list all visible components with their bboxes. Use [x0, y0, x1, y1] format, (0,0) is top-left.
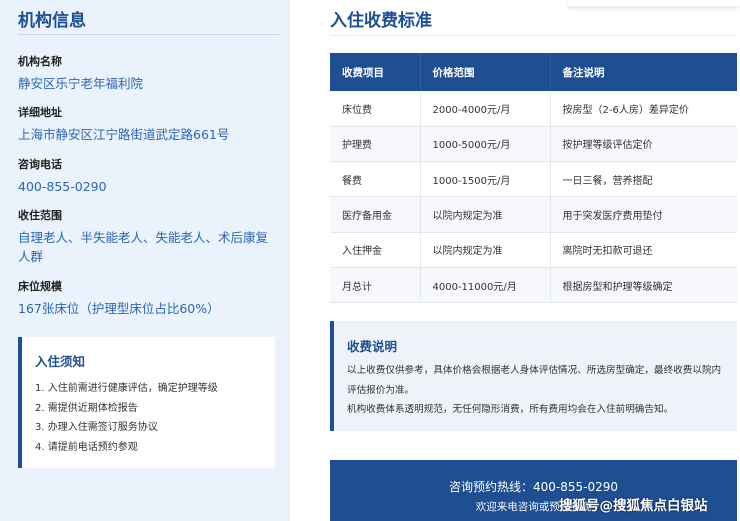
field-phone: 咨询电话 400-855-0290: [18, 156, 280, 196]
divider: [18, 34, 280, 35]
table-cell: 床位费: [330, 91, 421, 127]
table-cell: 用于突发医疗费用垫付: [550, 196, 737, 233]
column-header: 备注说明: [550, 53, 737, 91]
list-item: 4. 请提前电话预约参观: [35, 441, 138, 453]
field-beds: 床位规模 167张床位（护理型床位占比60%）: [18, 278, 280, 318]
org-info-title: 机构信息: [18, 11, 86, 31]
org-info-panel: 机构信息 机构名称 静安区乐宁老年福利院 详细地址 上海市静安区江宁路街道武定路…: [0, 0, 290, 521]
fee-table: 收费项目 价格范围 备注说明 床位费 2000-4000元/月 按房型（2-6人…: [330, 53, 737, 304]
table-cell: 4000-11000元/月: [420, 267, 551, 304]
field-value: 167张床位（护理型床位占比60%）: [18, 301, 220, 316]
list-item: 2. 需提供近期体检报告: [35, 402, 138, 414]
column-header: 价格范围: [420, 53, 551, 91]
table-cell: 按房型（2-6人房）差异定价: [550, 91, 737, 127]
field-scope: 收住范围 自理老人、半失能老人、失能老人、术后康复人群: [18, 207, 280, 266]
explanation-line: 机构收费体系透明规范，无任何隐形消费，所有费用均会在入住前明确告知。: [347, 404, 674, 415]
explanation-title: 收费说明: [347, 339, 398, 354]
column-header: 收费项目: [330, 53, 421, 91]
field-value: 自理老人、半失能老人、失能老人、术后康复人群: [18, 230, 269, 264]
field-address: 详细地址 上海市静安区江宁路街道武定路661号: [18, 104, 280, 144]
table-cell: 1000-5000元/月: [420, 126, 551, 163]
table-cell: 1000-1500元/月: [420, 161, 551, 198]
divider: [330, 35, 736, 36]
table-row: 月总计 4000-11000元/月 根据房型和护理等级确定: [330, 267, 737, 304]
table-cell: 一日三餐，营养搭配: [550, 161, 737, 198]
table-cell: 2000-4000元/月: [420, 91, 551, 127]
field-org-name: 机构名称 静安区乐宁老年福利院: [18, 53, 280, 93]
list-item: 1. 入住前需进行健康评估，确定护理等级: [35, 383, 218, 394]
table-cell: 以院内规定为准: [420, 196, 551, 233]
field-label: 详细地址: [18, 106, 62, 119]
table-cell: 护理费: [330, 126, 421, 163]
explanation-line: 以上收费仅供参考，具体价格会根据老人身体评估情况、所选房型确定，最终收费以院内评…: [347, 365, 722, 396]
explanation-text: 以上收费仅供参考，具体价格会根据老人身体评估情况、所选房型确定，最终收费以院内评…: [347, 361, 727, 420]
notice-list: 1. 入住前需进行健康评估，确定护理等级 2. 需提供近期体检报告 3. 办理入…: [35, 379, 218, 457]
phone-link[interactable]: 400-855-0290: [18, 177, 280, 196]
fees-title: 入住收费标准: [330, 11, 432, 31]
top-card-edge: [568, 0, 740, 6]
table-cell: 餐费: [330, 161, 421, 198]
field-value: 上海市静安区江宁路街道武定路661号: [18, 127, 230, 142]
field-label: 机构名称: [18, 55, 62, 68]
table-cell: 根据房型和护理等级确定: [550, 267, 737, 304]
field-label: 咨询电话: [18, 158, 62, 171]
hotline-phone[interactable]: 咨询预约热线：400-855-0290: [330, 478, 737, 495]
fee-explanation-card: 收费说明 以上收费仅供参考，具体价格会根据老人身体评估情况、所选房型确定，最终收…: [330, 321, 737, 431]
field-label: 收住范围: [18, 209, 62, 222]
table-row: 护理费 1000-5000元/月 按护理等级评估定价: [330, 126, 737, 163]
notice-title: 入住须知: [35, 354, 86, 369]
table-cell: 按护理等级评估定价: [550, 126, 737, 163]
table-cell: 医疗备用金: [330, 196, 421, 233]
table-cell: 以院内规定为准: [420, 232, 551, 268]
field-label: 床位规模: [18, 280, 62, 293]
table-cell: 入住押金: [330, 232, 421, 268]
field-value: 静安区乐宁老年福利院: [18, 76, 144, 91]
table-row: 床位费 2000-4000元/月 按房型（2-6人房）差异定价: [330, 91, 737, 127]
table-header-row: 收费项目 价格范围 备注说明: [330, 53, 737, 91]
table-row: 医疗备用金 以院内规定为准 用于突发医疗费用垫付: [330, 196, 737, 233]
admission-notice-card: 入住须知 1. 入住前需进行健康评估，确定护理等级 2. 需提供近期体检报告 3…: [18, 337, 275, 468]
table-cell: 月总计: [330, 267, 421, 304]
watermark: 搜狐号@搜狐焦点白银站: [559, 498, 708, 514]
list-item: 3. 办理入住需签订服务协议: [35, 422, 158, 433]
table-row: 餐费 1000-1500元/月 一日三餐，营养搭配: [330, 161, 737, 198]
table-cell: 离院时无扣款可退还: [550, 232, 737, 268]
table-row: 入住押金 以院内规定为准 离院时无扣款可退还: [330, 232, 737, 268]
